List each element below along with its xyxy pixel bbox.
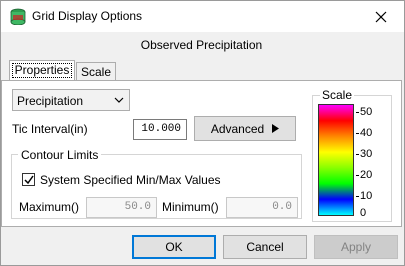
system-minmax-label[interactable]: System Specified Min/Max Values [40,173,221,187]
color-scale-bar [318,104,354,216]
scale-tick-label: 40 [360,127,373,139]
advanced-button[interactable]: Advanced [194,116,296,141]
variable-dropdown-value: Precipitation [17,94,84,108]
chevron-down-icon [114,97,124,103]
close-button[interactable] [358,1,404,32]
scale-tick-label: 10 [360,190,373,202]
scale-tick-label: 50 [360,106,373,118]
grid-app-icon [10,8,26,25]
tab-properties-label: Properties [11,63,73,78]
advanced-button-label: Advanced [210,121,265,136]
scale-tick-label: 0 [360,207,367,219]
minimum-field[interactable]: 0.0 [226,197,298,218]
scale-legend-title: Scale [320,88,355,102]
close-icon [375,11,387,22]
maximum-label: Maximum() [19,200,79,214]
tic-interval-label: Tic Interval(in) [12,122,88,136]
window-title: Grid Display Options [32,9,143,23]
variable-dropdown[interactable]: Precipitation [12,89,130,111]
scale-tick-label: 20 [360,169,373,181]
scale-tick-mark [356,133,359,134]
apply-button[interactable]: Apply [314,235,398,259]
scale-tick-mark [356,196,359,197]
maximum-field[interactable]: 50.0 [86,197,157,218]
tab-properties[interactable]: Properties [9,60,75,80]
checkmark-icon [24,175,34,185]
system-minmax-checkbox[interactable] [22,173,35,186]
ok-button[interactable]: OK [132,235,216,259]
tab-scale[interactable]: Scale [76,62,116,80]
scale-tick-mark [356,175,359,176]
scale-tick-mark [356,112,359,113]
minimum-label: Minimum() [162,200,219,214]
title-bar: Grid Display Options [1,1,404,32]
triangle-right-icon [272,124,280,133]
contour-limits-legend: Contour Limits [18,148,102,162]
tab-scale-label: Scale [80,64,112,79]
cancel-button[interactable]: Cancel [223,235,307,259]
dataset-heading: Observed Precipitation [140,38,263,52]
tic-interval-input[interactable]: 10.000 [133,119,187,140]
scale-tick-label: 30 [360,148,373,160]
scale-tick-mark [356,154,359,155]
